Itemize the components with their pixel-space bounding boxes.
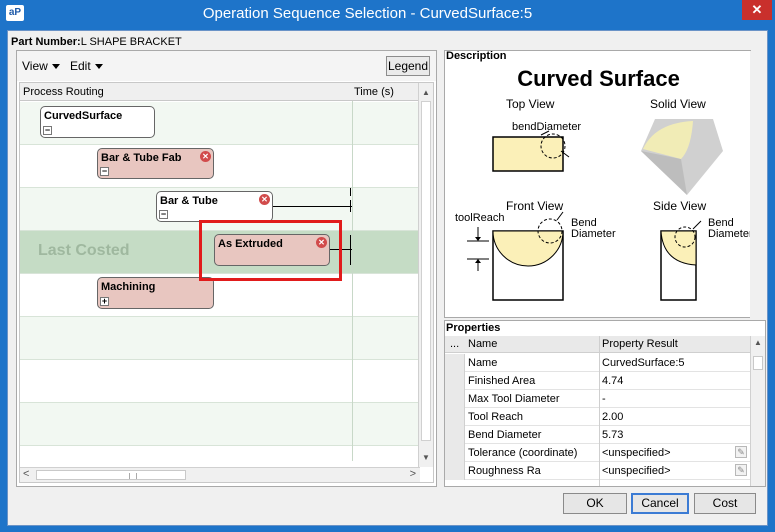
- property-row[interactable]: Name CurvedSurface:5: [445, 354, 751, 372]
- properties-title: Properties: [446, 322, 501, 334]
- property-value: 5.73: [602, 429, 624, 441]
- scroll-up-icon[interactable]: ▲: [419, 86, 433, 100]
- part-number-label: Part Number:: [11, 36, 81, 48]
- node-bar-tube[interactable]: Bar & Tube ✕ −: [156, 191, 273, 222]
- view-menu[interactable]: View: [22, 59, 60, 73]
- edit-menu[interactable]: Edit: [70, 59, 103, 73]
- scroll-grip-icon: [129, 473, 137, 479]
- connector-line: [273, 206, 352, 207]
- connector-tick: [350, 235, 351, 265]
- selection-highlight: [199, 220, 342, 281]
- col-process-routing: Process Routing: [23, 86, 104, 98]
- dialog-client: Part Number:L SHAPE BRACKET View Edit Le…: [7, 30, 768, 526]
- col-expand: ...: [450, 338, 460, 350]
- scroll-left-icon[interactable]: <: [23, 468, 29, 480]
- scroll-thumb[interactable]: [36, 470, 186, 480]
- node-label: Machining: [101, 281, 156, 293]
- part-number: Part Number:L SHAPE BRACKET: [11, 36, 182, 48]
- property-name: Bend Diameter: [468, 429, 542, 441]
- close-button[interactable]: ✕: [742, 0, 772, 20]
- property-value: 4.74: [602, 375, 624, 387]
- remove-icon[interactable]: ✕: [259, 194, 270, 205]
- connector-tick: [350, 200, 351, 212]
- property-name: Name: [468, 357, 498, 369]
- chevron-down-icon: [94, 64, 103, 70]
- remove-icon[interactable]: ✕: [200, 151, 211, 162]
- node-label: CurvedSurface: [44, 110, 123, 122]
- chevron-down-icon: [51, 64, 60, 70]
- window-title: Operation Sequence Selection - CurvedSur…: [202, 5, 533, 22]
- col-time: Time (s): [354, 86, 394, 98]
- dialog-window: aP Operation Sequence Selection - Curved…: [0, 0, 775, 532]
- property-row[interactable]: Tolerance (coordinate) <unspecified> ✎: [445, 444, 751, 462]
- col-property-result: Property Result: [602, 338, 678, 350]
- property-value: <unspecified>: [602, 447, 671, 459]
- property-value: -: [602, 393, 606, 405]
- node-curvedsurface[interactable]: CurvedSurface −: [40, 106, 155, 138]
- scroll-right-icon[interactable]: >: [410, 468, 416, 480]
- property-row[interactable]: Finished Area 4.74: [445, 372, 751, 390]
- routing-grid-header: Process Routing Time (s): [20, 83, 420, 101]
- ok-button[interactable]: OK: [563, 493, 627, 514]
- scroll-thumb[interactable]: [421, 101, 431, 441]
- last-costed-label: Last Costed: [38, 242, 130, 259]
- col-name: Name: [468, 338, 498, 350]
- legend-button[interactable]: Legend: [386, 56, 430, 76]
- part-number-value: L SHAPE BRACKET: [80, 36, 182, 48]
- routing-toolbar: View Edit Legend: [17, 51, 436, 81]
- properties-panel: Properties ... Name Property Result Name…: [444, 320, 766, 487]
- properties-header: ... Name Property Result: [445, 336, 751, 353]
- cancel-button[interactable]: Cancel: [631, 493, 689, 514]
- property-name: Tolerance (coordinate): [468, 447, 578, 459]
- routing-horizontal-scrollbar[interactable]: < >: [20, 467, 420, 482]
- title-bar[interactable]: aP Operation Sequence Selection - Curved…: [0, 0, 775, 28]
- property-row[interactable]: Tool Reach 2.00: [445, 408, 751, 426]
- scroll-up-icon[interactable]: ▲: [751, 338, 765, 347]
- node-bar-tube-fab[interactable]: Bar & Tube Fab ✕ −: [97, 148, 214, 179]
- edit-icon[interactable]: ✎: [735, 464, 747, 476]
- properties-scrollbar[interactable]: ▲: [750, 336, 765, 486]
- description-panel: Description Curved Surface Top View Soli…: [444, 50, 765, 319]
- property-value: CurvedSurface:5: [602, 357, 685, 369]
- routing-row: [20, 317, 420, 360]
- curved-surface-diagram: [467, 119, 723, 301]
- node-label: Bar & Tube: [160, 195, 218, 207]
- routing-grid: Last Costed Process Routing Time (s) Cur…: [19, 82, 434, 483]
- column-separator: [352, 101, 353, 461]
- property-name: Tool Reach: [468, 411, 524, 423]
- expand-icon[interactable]: +: [100, 297, 109, 306]
- routing-vertical-scrollbar[interactable]: ▲ ▼: [418, 83, 433, 467]
- cost-button[interactable]: Cost: [694, 493, 756, 514]
- view-menu-label: View: [22, 59, 48, 73]
- property-row[interactable]: Roughness Ra <unspecified> ✎: [445, 462, 751, 480]
- property-row[interactable]: Bend Diameter 5.73: [445, 426, 751, 444]
- edit-menu-label: Edit: [70, 59, 91, 73]
- edit-icon[interactable]: ✎: [735, 446, 747, 458]
- routing-row: [20, 360, 420, 403]
- collapse-icon[interactable]: −: [43, 126, 52, 135]
- collapse-icon[interactable]: −: [100, 167, 109, 176]
- property-name: Roughness Ra: [468, 465, 541, 477]
- description-scrollbar[interactable]: [750, 51, 765, 319]
- property-name: Max Tool Diameter: [468, 393, 560, 405]
- node-machining[interactable]: Machining +: [97, 277, 214, 309]
- connector-tick: [350, 188, 351, 196]
- property-value: <unspecified>: [602, 465, 671, 477]
- routing-row: [20, 145, 420, 188]
- property-name: Finished Area: [468, 375, 536, 387]
- scroll-thumb[interactable]: [753, 356, 763, 370]
- property-row[interactable]: Max Tool Diameter -: [445, 390, 751, 408]
- routing-row: [20, 403, 420, 446]
- scroll-down-icon[interactable]: ▼: [419, 451, 433, 465]
- property-value: 2.00: [602, 411, 624, 423]
- collapse-icon[interactable]: −: [159, 210, 168, 219]
- node-label: Bar & Tube Fab: [101, 152, 182, 164]
- column-separator: [599, 336, 600, 486]
